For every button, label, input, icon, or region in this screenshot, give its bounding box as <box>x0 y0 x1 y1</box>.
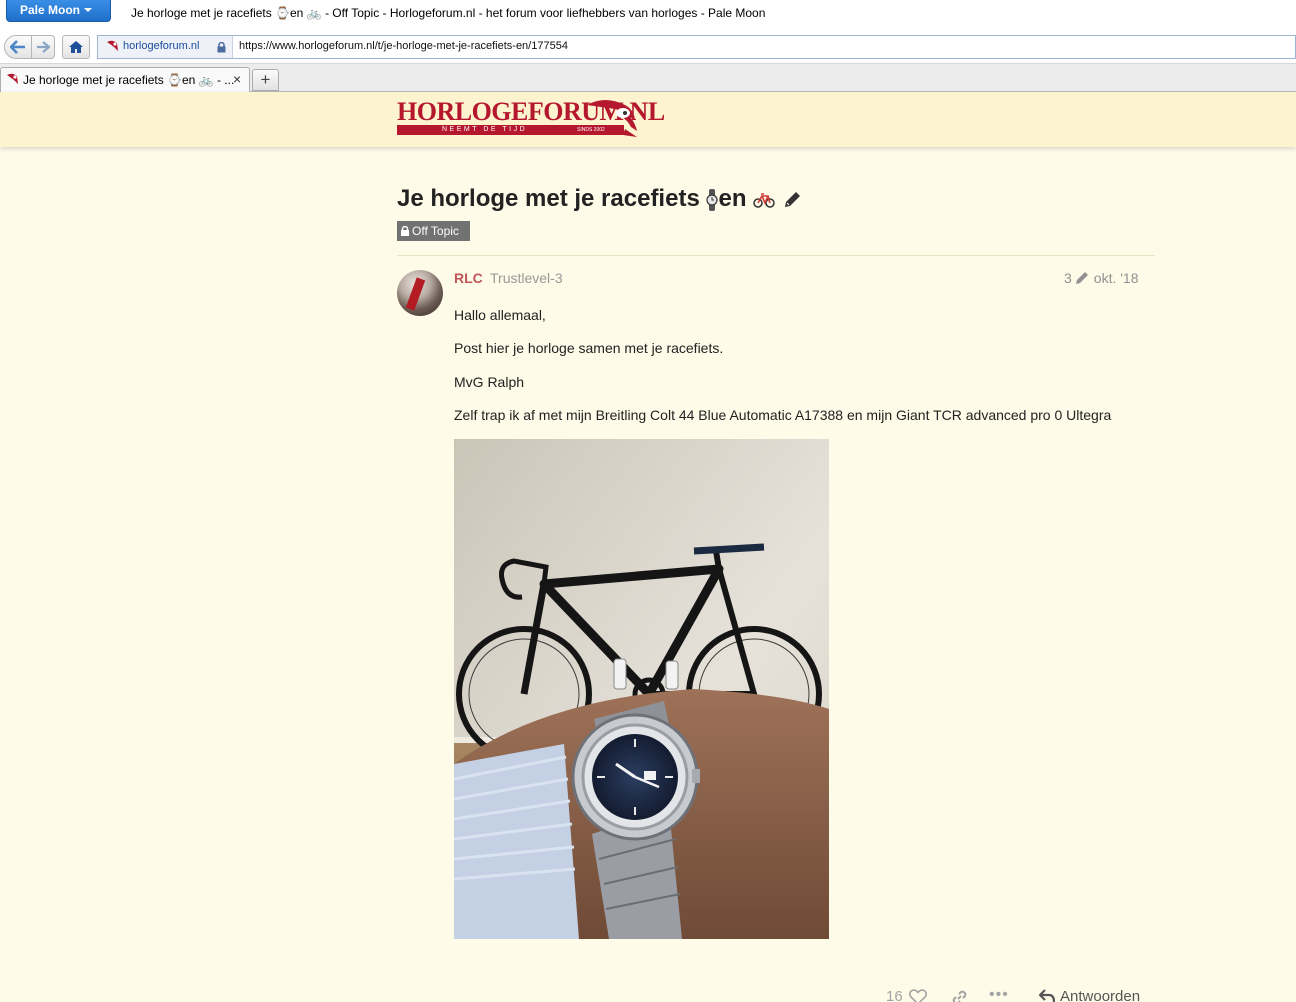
window-titlebar: Pale Moon Je horloge met je racefiets ⌚e… <box>0 0 1296 30</box>
watch-and-bicycle-photo <box>454 439 829 939</box>
arrow-right-icon <box>37 41 50 53</box>
topic-title-text: Je horloge met je racefiets <box>397 185 700 212</box>
post-line-greeting: Hallo allemaal, <box>454 307 546 323</box>
avatar[interactable] <box>397 270 443 316</box>
category-label: Off Topic <box>412 224 459 238</box>
link-icon[interactable] <box>951 989 968 1002</box>
post-meta: 3 okt. '18 <box>1064 270 1139 286</box>
category-badge[interactable]: Off Topic <box>397 221 470 241</box>
post-user-title: Trustlevel-3 <box>490 270 563 286</box>
post-line-intro: Post hier je horloge samen met je racefi… <box>454 340 724 356</box>
tab-strip: Je horloge met je racefiets ⌚en 🚲 - ... … <box>0 64 1296 92</box>
tab-label: Je horloge met je racefiets ⌚en 🚲 - ... <box>23 73 235 87</box>
forward-button[interactable] <box>31 35 55 59</box>
back-button[interactable] <box>4 35 32 59</box>
topic-title-suffix: en <box>718 185 747 212</box>
window-title: Je horloge met je racefiets ⌚en 🚲 - Off … <box>131 6 766 20</box>
lock-icon <box>217 42 226 53</box>
post-line-description: Zelf trap ik af met mijn Breitling Colt … <box>454 407 1112 423</box>
avatar-detail <box>405 277 426 311</box>
site-favicon-icon <box>107 40 118 51</box>
reply-icon <box>1039 989 1055 1002</box>
like-count[interactable]: 16 <box>886 988 903 1002</box>
url-text[interactable]: https://www.horlogeforum.nl/t/je-horloge… <box>239 40 568 52</box>
site-domain: horlogeforum.nl <box>123 40 200 52</box>
post-line-signoff: MvG Ralph <box>454 374 525 390</box>
caret-down-icon <box>84 8 92 12</box>
pencil-icon[interactable] <box>1075 271 1089 285</box>
reply-button[interactable]: Antwoorden <box>1039 988 1140 1002</box>
topic-title: Je horloge met je racefiets en <box>397 185 802 213</box>
navigation-toolbar: horlogeforum.nl https://www.horlogeforum… <box>0 30 1296 64</box>
bicycle-icon <box>753 192 775 208</box>
tab-close-icon[interactable]: × <box>233 71 241 87</box>
edit-count[interactable]: 3 <box>1064 270 1072 286</box>
logo-tagline: NEEMT DE TIJD <box>442 126 528 133</box>
heart-icon[interactable] <box>909 989 927 1002</box>
post-date[interactable]: okt. '18 <box>1094 270 1139 286</box>
site-logo[interactable]: HORLOGEFORUM.NL NEEMT DE TIJD SINDS 2002 <box>397 97 665 139</box>
pencil-icon[interactable] <box>782 190 802 210</box>
logo-bird-icon <box>587 100 637 137</box>
home-button[interactable] <box>62 35 90 59</box>
reply-label: Antwoorden <box>1060 988 1141 1002</box>
app-menu-button[interactable]: Pale Moon <box>6 0 111 22</box>
home-icon <box>69 41 83 53</box>
post-username[interactable]: RLC <box>454 270 483 286</box>
site-identity-button[interactable]: horlogeforum.nl <box>98 36 233 58</box>
topic-divider <box>397 255 1155 256</box>
lock-icon <box>401 226 409 236</box>
tab-active[interactable]: Je horloge met je racefiets ⌚en 🚲 - ... … <box>0 67 250 92</box>
address-bar[interactable]: horlogeforum.nl https://www.horlogeforum… <box>97 35 1296 59</box>
more-options-icon[interactable]: ••• <box>989 986 1009 1002</box>
app-menu-label: Pale Moon <box>20 3 81 17</box>
arrow-left-icon <box>10 40 25 54</box>
forum-header: HORLOGEFORUM.NL NEEMT DE TIJD SINDS 2002 <box>0 92 1296 147</box>
new-tab-button[interactable]: + <box>252 69 279 91</box>
tab-favicon-icon <box>7 73 18 84</box>
watch-icon <box>706 188 719 211</box>
post-photo[interactable] <box>454 439 829 939</box>
